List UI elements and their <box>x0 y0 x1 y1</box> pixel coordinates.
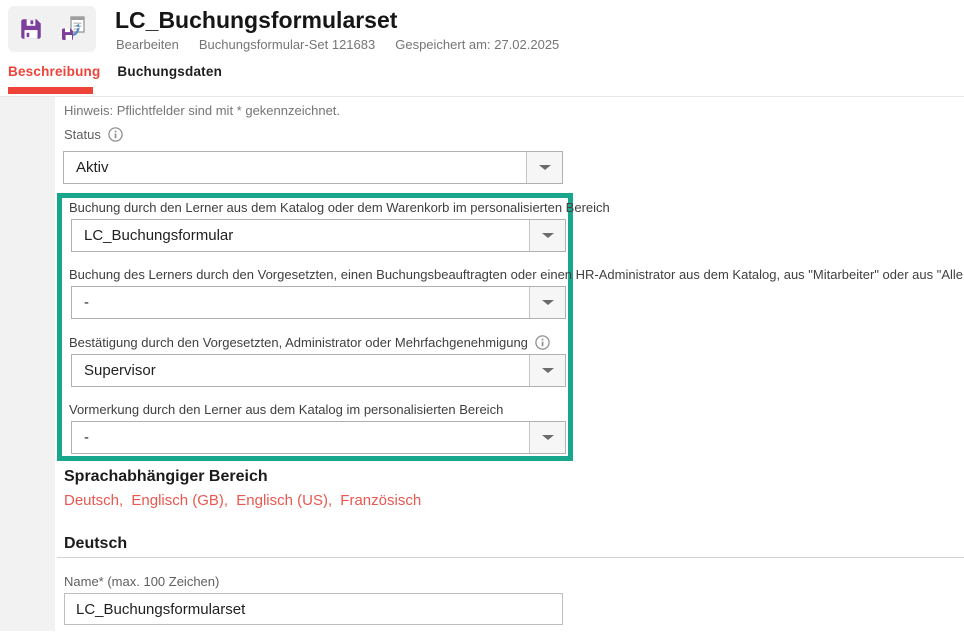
page-title: LC_Buchungsformularset <box>115 7 397 34</box>
info-icon[interactable] <box>535 335 550 350</box>
meta-saved-date: Gespeichert am: 27.02.2025 <box>395 37 559 52</box>
prebooking-label: Vormerkung durch den Lerner aus dem Kata… <box>69 403 568 417</box>
separator: , <box>328 492 332 509</box>
name-input[interactable] <box>64 593 563 625</box>
language-link-englisch-us[interactable]: Englisch (US) <box>236 492 328 509</box>
caret-down-icon <box>542 435 554 440</box>
learner-booking-select[interactable]: LC_Buchungsformular <box>71 219 566 252</box>
floppy-disk-icon <box>18 16 44 42</box>
confirmation-label-row: Bestätigung durch den Vorgesetzten, Admi… <box>69 335 568 350</box>
select-button <box>529 220 565 251</box>
select-button <box>529 287 565 318</box>
status-label: Status <box>64 127 101 142</box>
booking-formset-edit-page: LC_Buchungsformularset Bearbeiten Buchun… <box>0 0 964 636</box>
caret-down-icon <box>542 233 554 238</box>
active-tab-indicator <box>8 87 93 94</box>
name-field-label: Name* (max. 100 Zeichen) <box>64 574 219 589</box>
separator: , <box>224 492 228 509</box>
language-link-deutsch[interactable]: Deutsch <box>64 492 119 509</box>
status-select[interactable]: Aktiv <box>63 151 563 184</box>
confirmation-select[interactable]: Supervisor <box>71 354 566 387</box>
caret-down-icon <box>542 368 554 373</box>
section-divider <box>57 557 964 558</box>
language-links: Deutsch, Englisch (GB), Englisch (US), F… <box>64 492 421 509</box>
status-select-value: Aktiv <box>64 152 526 183</box>
select-button <box>529 422 565 453</box>
language-link-englisch-gb[interactable]: Englisch (GB) <box>131 492 224 509</box>
caret-down-icon <box>539 165 551 170</box>
confirmation-label: Bestätigung durch den Vorgesetzten, Admi… <box>69 336 528 350</box>
booking-options-highlight-box: Buchung durch den Lerner aus dem Katalog… <box>57 193 573 461</box>
prebooking-select[interactable]: - <box>71 421 566 454</box>
info-icon[interactable] <box>108 127 123 142</box>
tabbar-divider <box>0 96 964 97</box>
meta-mode: Bearbeiten <box>116 37 179 52</box>
supervisor-booking-select[interactable]: - <box>71 286 566 319</box>
left-gutter <box>0 97 55 631</box>
language-link-franzoesisch[interactable]: Französisch <box>340 492 421 509</box>
confirmation-value: Supervisor <box>72 355 529 386</box>
separator: , <box>119 492 123 509</box>
floppy-document-arrow-icon <box>58 15 88 43</box>
tab-bar: Beschreibung Buchungsdaten <box>8 64 222 79</box>
required-fields-hint: Hinweis: Pflichtfelder sind mit * gekenn… <box>64 103 340 118</box>
save-and-close-icon[interactable] <box>58 14 88 44</box>
learner-booking-label: Buchung durch den Lerner aus dem Katalog… <box>69 201 568 215</box>
select-button <box>529 355 565 386</box>
tab-beschreibung[interactable]: Beschreibung <box>8 64 100 79</box>
german-section-heading: Deutsch <box>64 535 127 553</box>
language-section-heading: Sprachabhängiger Bereich <box>64 468 268 486</box>
prebooking-value: - <box>72 422 529 453</box>
status-select-button <box>526 152 562 183</box>
caret-down-icon <box>542 300 554 305</box>
status-label-row: Status <box>64 127 123 142</box>
tab-buchungsdaten[interactable]: Buchungsdaten <box>117 64 222 79</box>
toolbar <box>8 6 96 52</box>
save-icon[interactable] <box>16 14 46 44</box>
supervisor-booking-label: Buchung des Lerners durch den Vorgesetzt… <box>69 268 568 282</box>
meta-entity-id: Buchungsformular-Set 121683 <box>199 37 375 52</box>
header-meta: Bearbeiten Buchungsformular-Set 121683 G… <box>116 37 559 52</box>
learner-booking-value: LC_Buchungsformular <box>72 220 529 251</box>
supervisor-booking-value: - <box>72 287 529 318</box>
